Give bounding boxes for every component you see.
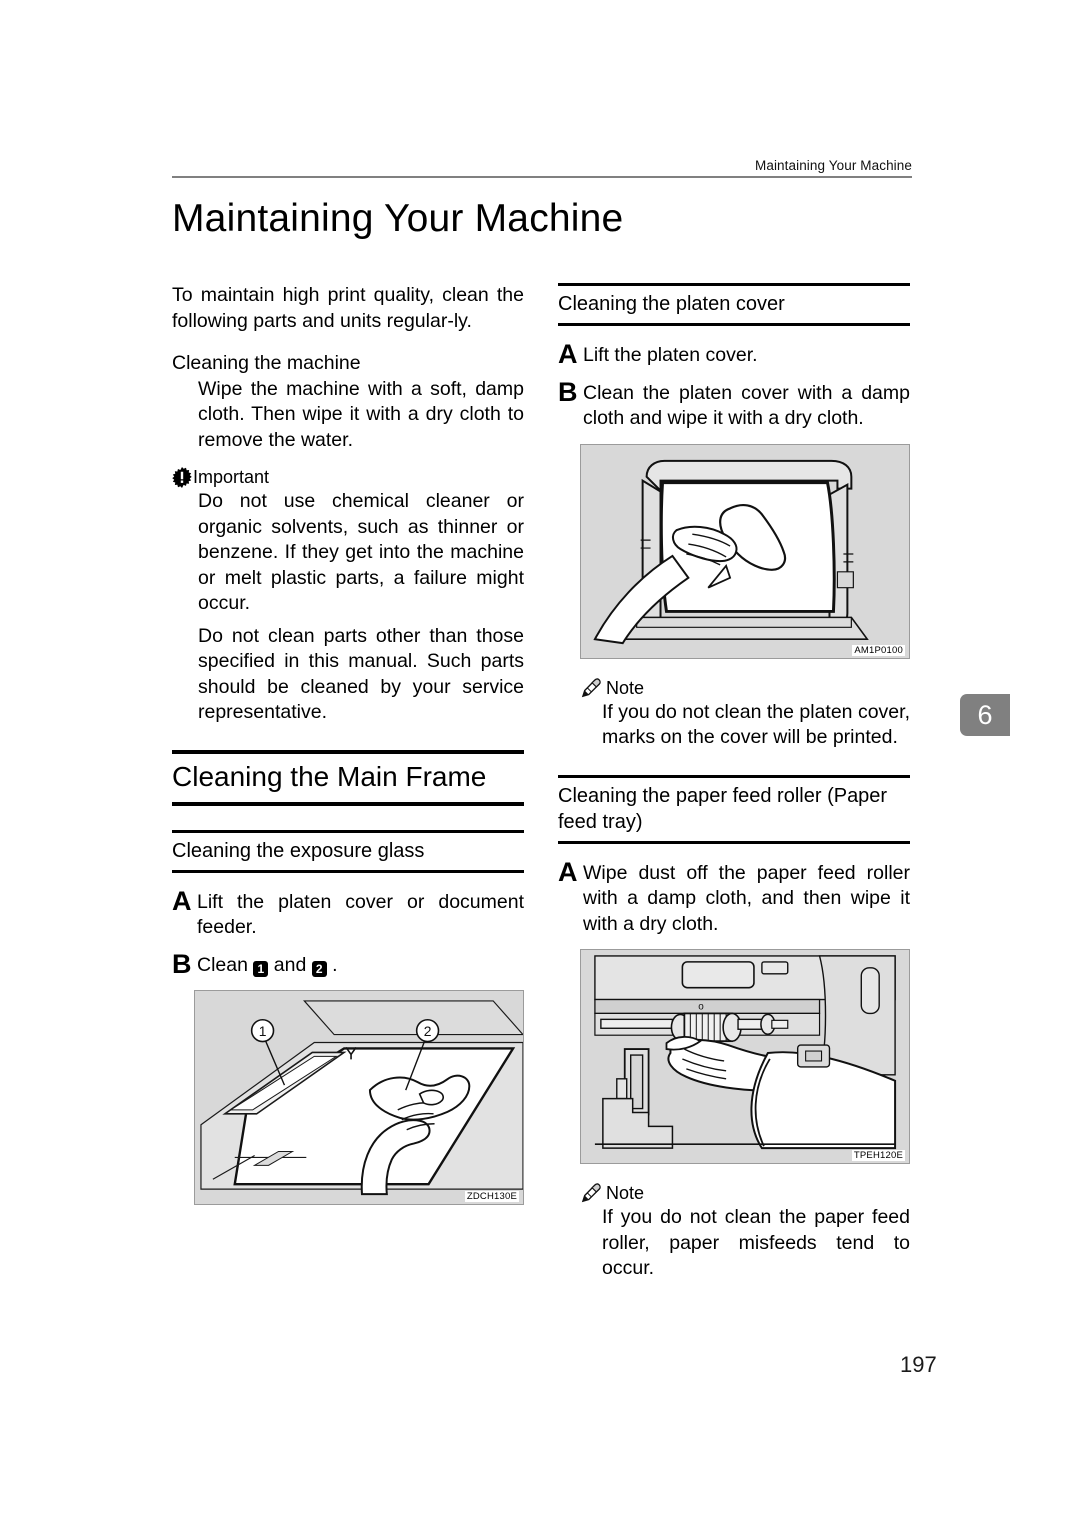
step-text: Lift the platen cover. xyxy=(583,344,758,366)
subsection-heading-cleaning-the-exposure-glass: Cleaning the exposure glass xyxy=(172,829,524,873)
note-body: If you do not clean the paper feed rolle… xyxy=(602,1206,910,1279)
figure-platen-cover: AM1P0100 xyxy=(580,443,910,659)
step-text: Wipe dust off the paper feed roller with… xyxy=(583,861,910,935)
figure-paper-feed-roller: o TPEH120E xyxy=(580,949,910,1164)
callout-number-2-icon: 2 xyxy=(311,960,327,977)
right-column: Cleaning the platen cover A Lift the pla… xyxy=(558,283,910,1282)
note-label: Note xyxy=(606,677,645,698)
document-page: Maintaining Your Machine Maintaining You… xyxy=(0,0,1080,1528)
subheading-cleaning-the-machine: Cleaning the machine xyxy=(172,352,361,374)
svg-text:2: 2 xyxy=(424,1023,432,1039)
step-item: B Clean 1 and 2 . xyxy=(172,948,524,979)
left-column: To maintain high print quality, clean th… xyxy=(172,283,524,1205)
note-label-row: Note xyxy=(580,1181,910,1205)
step-letter: A xyxy=(172,885,192,916)
important-paragraph-1: Do not use chemical cleaner or organic s… xyxy=(198,490,524,614)
pencil-icon xyxy=(580,1183,602,1203)
figure-code: AM1P0100 xyxy=(852,644,905,656)
subsection-heading-label: Cleaning the paper feed roller (Paper fe… xyxy=(558,784,888,833)
important-label-row: Important xyxy=(172,465,524,489)
step-text-after: . xyxy=(326,953,338,976)
running-header-rule xyxy=(172,176,912,178)
svg-text:o: o xyxy=(698,1001,704,1012)
figure-code: TPEH120E xyxy=(851,1150,905,1161)
intro-paragraph: To maintain high print quality, clean th… xyxy=(172,284,524,332)
section-heading-label: Cleaning the Main Frame xyxy=(172,760,487,792)
subsection-heading-cleaning-the-paper-feed-roller: Cleaning the paper feed roller (Paper fe… xyxy=(558,774,910,844)
step-item: A Lift the platen cover. xyxy=(558,339,910,369)
running-header-text: Maintaining Your Machine xyxy=(754,158,912,173)
step-letter: A xyxy=(558,339,578,369)
pencil-icon xyxy=(580,677,602,698)
subsection-heading-cleaning-the-platen-cover: Cleaning the platen cover xyxy=(558,283,910,326)
step-item: A Lift the platen cover or document feed… xyxy=(172,885,524,941)
step-text: Lift the platen cover or document feeder… xyxy=(197,890,524,939)
chapter-tab-marker: 6 xyxy=(960,694,1010,736)
step-text: Clean 1 and 2 . xyxy=(197,953,524,979)
step-item: B Clean the platen cover with a damp clo… xyxy=(558,376,910,432)
step-text: Clean the platen cover with a damp cloth… xyxy=(583,381,910,430)
burst-exclamation-icon xyxy=(172,466,192,488)
callout-number-1-icon: 1 xyxy=(253,960,269,977)
page-number: 197 xyxy=(900,1352,937,1377)
step-text-mid: and xyxy=(268,953,312,976)
important-paragraph-2: Do not clean parts other than those spec… xyxy=(198,624,524,724)
note-body: If you do not clean the platen cover, ma… xyxy=(602,700,910,749)
step-letter: B xyxy=(172,948,192,979)
important-label: Important xyxy=(193,467,270,487)
page-title: Maintaining Your Machine xyxy=(172,197,624,240)
cleaning-the-machine-body: Wipe the machine with a soft, damp cloth… xyxy=(198,377,524,451)
running-header: Maintaining Your Machine xyxy=(172,158,912,178)
subsection-heading-label: Cleaning the exposure glass xyxy=(172,839,425,862)
section-heading-cleaning-the-main-frame: Cleaning the Main Frame xyxy=(172,749,524,806)
step-item: A Wipe dust off the paper feed roller wi… xyxy=(558,856,910,938)
subsection-heading-label: Cleaning the platen cover xyxy=(558,293,785,315)
step-letter: B xyxy=(558,376,578,407)
svg-text:1: 1 xyxy=(259,1023,267,1039)
figure-exposure-glass: 1 2 ZDCH130E xyxy=(194,990,524,1205)
note-label-row: Note xyxy=(580,676,910,700)
figure-code: ZDCH130E xyxy=(464,1191,519,1202)
step-text-before: Clean xyxy=(197,953,254,976)
note-label: Note xyxy=(606,1183,645,1203)
step-letter: A xyxy=(558,856,578,887)
